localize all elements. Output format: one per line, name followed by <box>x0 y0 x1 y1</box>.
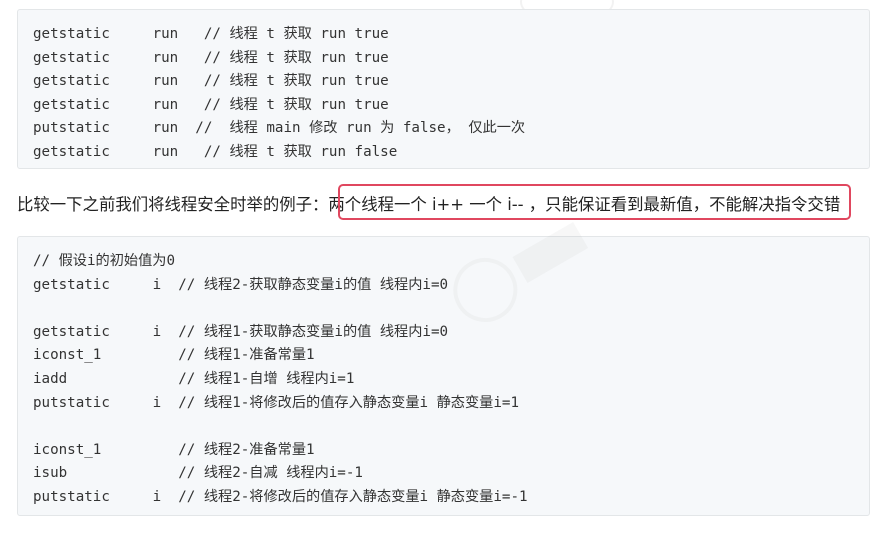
code-line: iconst_1 // 线程2-准备常量1 <box>33 441 315 458</box>
code-line: putstatic i // 线程2-将修改后的值存入静态变量i 静态变量i=-… <box>33 488 528 505</box>
code-block-volatile-run: getstatic run // 线程 t 获取 run true getsta… <box>17 9 870 169</box>
code-line: getstatic i // 线程1-获取静态变量i的值 线程内i=0 <box>33 323 449 340</box>
code-line: putstatic i // 线程1-将修改后的值存入静态变量i 静态变量i=1 <box>33 394 519 411</box>
code-line: iconst_1 // 线程1-准备常量1 <box>33 347 315 364</box>
code-line: iadd // 线程1-自增 线程内i=1 <box>33 370 355 387</box>
code-line: getstatic run // 线程 t 获取 run true <box>33 49 389 66</box>
paragraph-highlighted-text: 两个线程一个 i++ 一个 i-- ，只能保证看到最新值，不能解决指令交错 <box>328 195 841 214</box>
code-line: getstatic i // 线程2-获取静态变量i的值 线程内i=0 <box>33 276 449 293</box>
paragraph-prefix: 比较一下之前我们将线程安全时举的例子： <box>17 195 329 214</box>
code-line: isub // 线程2-自减 线程内i=-1 <box>33 465 363 482</box>
comparison-paragraph: 比较一下之前我们将线程安全时举的例子：两个线程一个 i++ 一个 i-- ，只能… <box>17 190 840 220</box>
code-line: putstatic run // 线程 main 修改 run 为 false，… <box>33 120 526 137</box>
code-line: getstatic run // 线程 t 获取 run true <box>33 73 389 90</box>
code-block-interleaving: // 假设i的初始值为0 getstatic i // 线程2-获取静态变量i的… <box>17 236 870 516</box>
code-line: getstatic run // 线程 t 获取 run false <box>33 143 398 160</box>
code-line: // 假设i的初始值为0 <box>33 253 176 269</box>
code-line: getstatic run // 线程 t 获取 run true <box>33 26 389 42</box>
code-line: getstatic run // 线程 t 获取 run true <box>33 96 389 113</box>
